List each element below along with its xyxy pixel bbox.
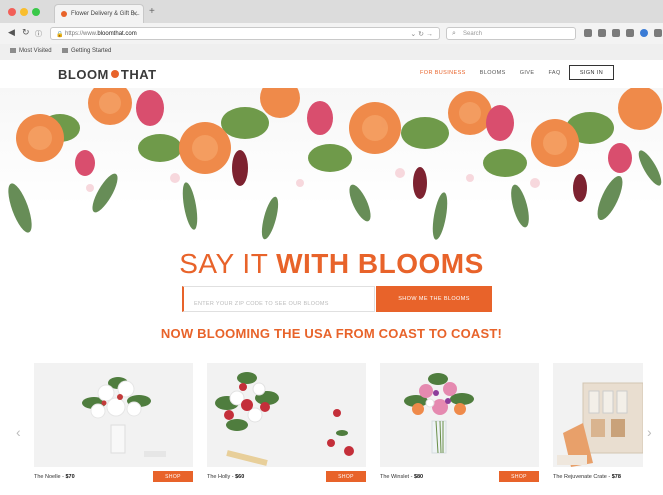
url-prefix: https://www. (65, 31, 98, 37)
site-header: BLOOM THAT FOR BUSINESS BLOOMS GIVE FAQ S… (0, 60, 663, 88)
sign-in-button[interactable]: SIGN IN (569, 65, 614, 80)
url-host: bloomthat.com (97, 31, 137, 37)
hero-flowers-image (0, 88, 663, 245)
flower-icon (110, 70, 119, 78)
toolbar-icons (584, 29, 663, 37)
star-icon[interactable] (584, 29, 592, 37)
new-tab-icon[interactable]: + (149, 6, 155, 17)
hero-headline: SAY IT WITH BLOOMS (179, 248, 484, 279)
browser-chrome: Flower Delivery & Gift B... ✕ + ◀ ↻ ⓘ 🔒 … (0, 0, 663, 60)
product-card[interactable]: The Winslet - $80 SHOP (380, 363, 539, 487)
tab-bar: Flower Delivery & Gift B... ✕ + (0, 0, 663, 23)
shop-button[interactable]: SHOP (153, 471, 193, 482)
carousel-prev-icon[interactable]: ‹ (16, 424, 21, 440)
product-image (34, 363, 193, 467)
close-tab-icon[interactable]: ✕ (132, 10, 138, 18)
search-bar[interactable]: ⌕ Search (446, 27, 576, 40)
minimize-window-button[interactable] (20, 8, 28, 16)
bookmark-getting-started[interactable]: Getting Started (62, 48, 111, 54)
close-window-button[interactable] (8, 8, 16, 16)
folder-icon (10, 48, 16, 53)
carousel-next-icon[interactable]: › (647, 424, 652, 440)
product-name: The Noelle - $70 (34, 474, 75, 480)
product-name: The Rejuvenate Crate - $78 (553, 474, 621, 480)
lock-icon: 🔒 (56, 32, 64, 38)
bookmark-most-visited[interactable]: Most Visited (10, 48, 52, 54)
product-card[interactable]: The Rejuvenate Crate - $78 (553, 363, 643, 487)
browser-tab[interactable]: Flower Delivery & Gift B... ✕ (54, 4, 144, 23)
main-nav: FOR BUSINESS BLOOMS GIVE FAQ (420, 70, 561, 76)
pocket-icon[interactable] (612, 29, 620, 37)
page-icon (62, 48, 68, 53)
zip-code-input[interactable] (182, 286, 375, 312)
reading-list-icon[interactable] (598, 29, 606, 37)
extension-icon[interactable] (640, 29, 648, 37)
address-bar[interactable]: 🔒 https://www.bloomthat.com ⌄ ↻ → (50, 27, 440, 40)
product-card[interactable]: The Holly - $60 SHOP (207, 363, 366, 487)
product-name: The Winslet - $80 (380, 474, 424, 480)
zoom-window-button[interactable] (32, 8, 40, 16)
nav-blooms[interactable]: BLOOMS (480, 70, 506, 76)
site-logo[interactable]: BLOOM THAT (58, 67, 157, 82)
bookmarks-bar: Most Visited Getting Started (0, 44, 663, 60)
navigation-bar: ◀ ↻ ⓘ 🔒 https://www.bloomthat.com ⌄ ↻ → … (0, 23, 663, 44)
shop-button[interactable]: SHOP (499, 471, 539, 482)
product-name: The Holly - $60 (207, 474, 245, 480)
search-icon: ⌕ (452, 30, 456, 37)
product-image (553, 363, 643, 467)
shop-button[interactable]: SHOP (326, 471, 366, 482)
home-icon[interactable] (654, 29, 662, 37)
info-icon[interactable]: ⓘ (35, 29, 42, 39)
back-icon[interactable]: ◀ (8, 27, 15, 38)
product-image (207, 363, 366, 467)
show-blooms-button[interactable]: SHOW ME THE BLOOMS (376, 286, 492, 312)
tab-title: Flower Delivery & Gift B... (71, 11, 140, 17)
page-tools-icon[interactable]: ⌄ ↻ → (410, 30, 433, 38)
download-icon[interactable] (626, 29, 634, 37)
flower-arrangement-illustration (8, 88, 662, 240)
nav-give[interactable]: GIVE (520, 70, 535, 76)
nav-faq[interactable]: FAQ (548, 70, 560, 76)
nav-for-business[interactable]: FOR BUSINESS (420, 70, 466, 76)
site-favicon-icon (61, 11, 67, 17)
reload-icon[interactable]: ↻ (22, 27, 30, 38)
tagline: NOW BLOOMING THE USA FROM COAST TO COAST… (160, 326, 503, 341)
search-placeholder: Search (463, 31, 483, 37)
product-card[interactable]: The Noelle - $70 SHOP (34, 363, 193, 487)
product-image (380, 363, 539, 467)
